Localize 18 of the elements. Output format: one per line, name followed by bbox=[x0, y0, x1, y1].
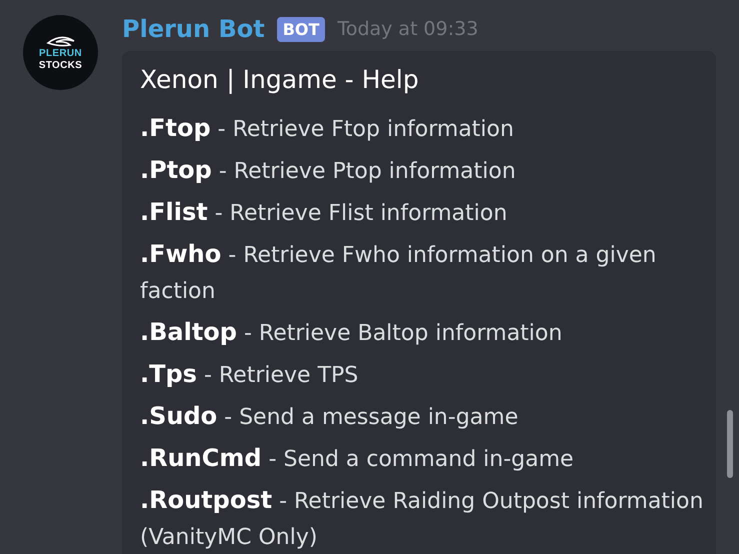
scrollbar-thumb[interactable] bbox=[727, 410, 733, 478]
avatar[interactable]: PLERUN STOCKS bbox=[23, 15, 98, 90]
command-line: .Fwho - Retrieve Fwho information on a given faction bbox=[140, 239, 658, 306]
command-line: .Flist - Retrieve Flist information bbox=[140, 197, 508, 228]
author-name[interactable]: Plerun Bot bbox=[122, 15, 265, 43]
command-line: .Routpost - Retrieve Raiding Outpost information (VanityMC Only) bbox=[140, 485, 704, 552]
command-line: .Ptop - Retrieve Ptop information bbox=[140, 155, 517, 186]
timestamp: Today at 09:33 bbox=[337, 18, 478, 40]
logo-swoosh-icon bbox=[46, 34, 76, 46]
avatar-logo-text: STOCKS bbox=[38, 60, 82, 70]
command-line: .Tps - Retrieve TPS bbox=[140, 359, 360, 390]
command-line: .RunCmd - Send a command in-game bbox=[140, 443, 575, 474]
embed-title: Xenon | Ingame - Help bbox=[140, 65, 420, 94]
avatar-logo-text: PLERUN bbox=[39, 48, 82, 58]
command-line: .Baltop - Retrieve Baltop information bbox=[140, 317, 564, 348]
command-line: .Ftop - Retrieve Ftop information bbox=[140, 113, 515, 144]
bot-badge: BOT bbox=[276, 16, 326, 42]
command-line: .Sudo - Send a message in-game bbox=[140, 401, 520, 432]
